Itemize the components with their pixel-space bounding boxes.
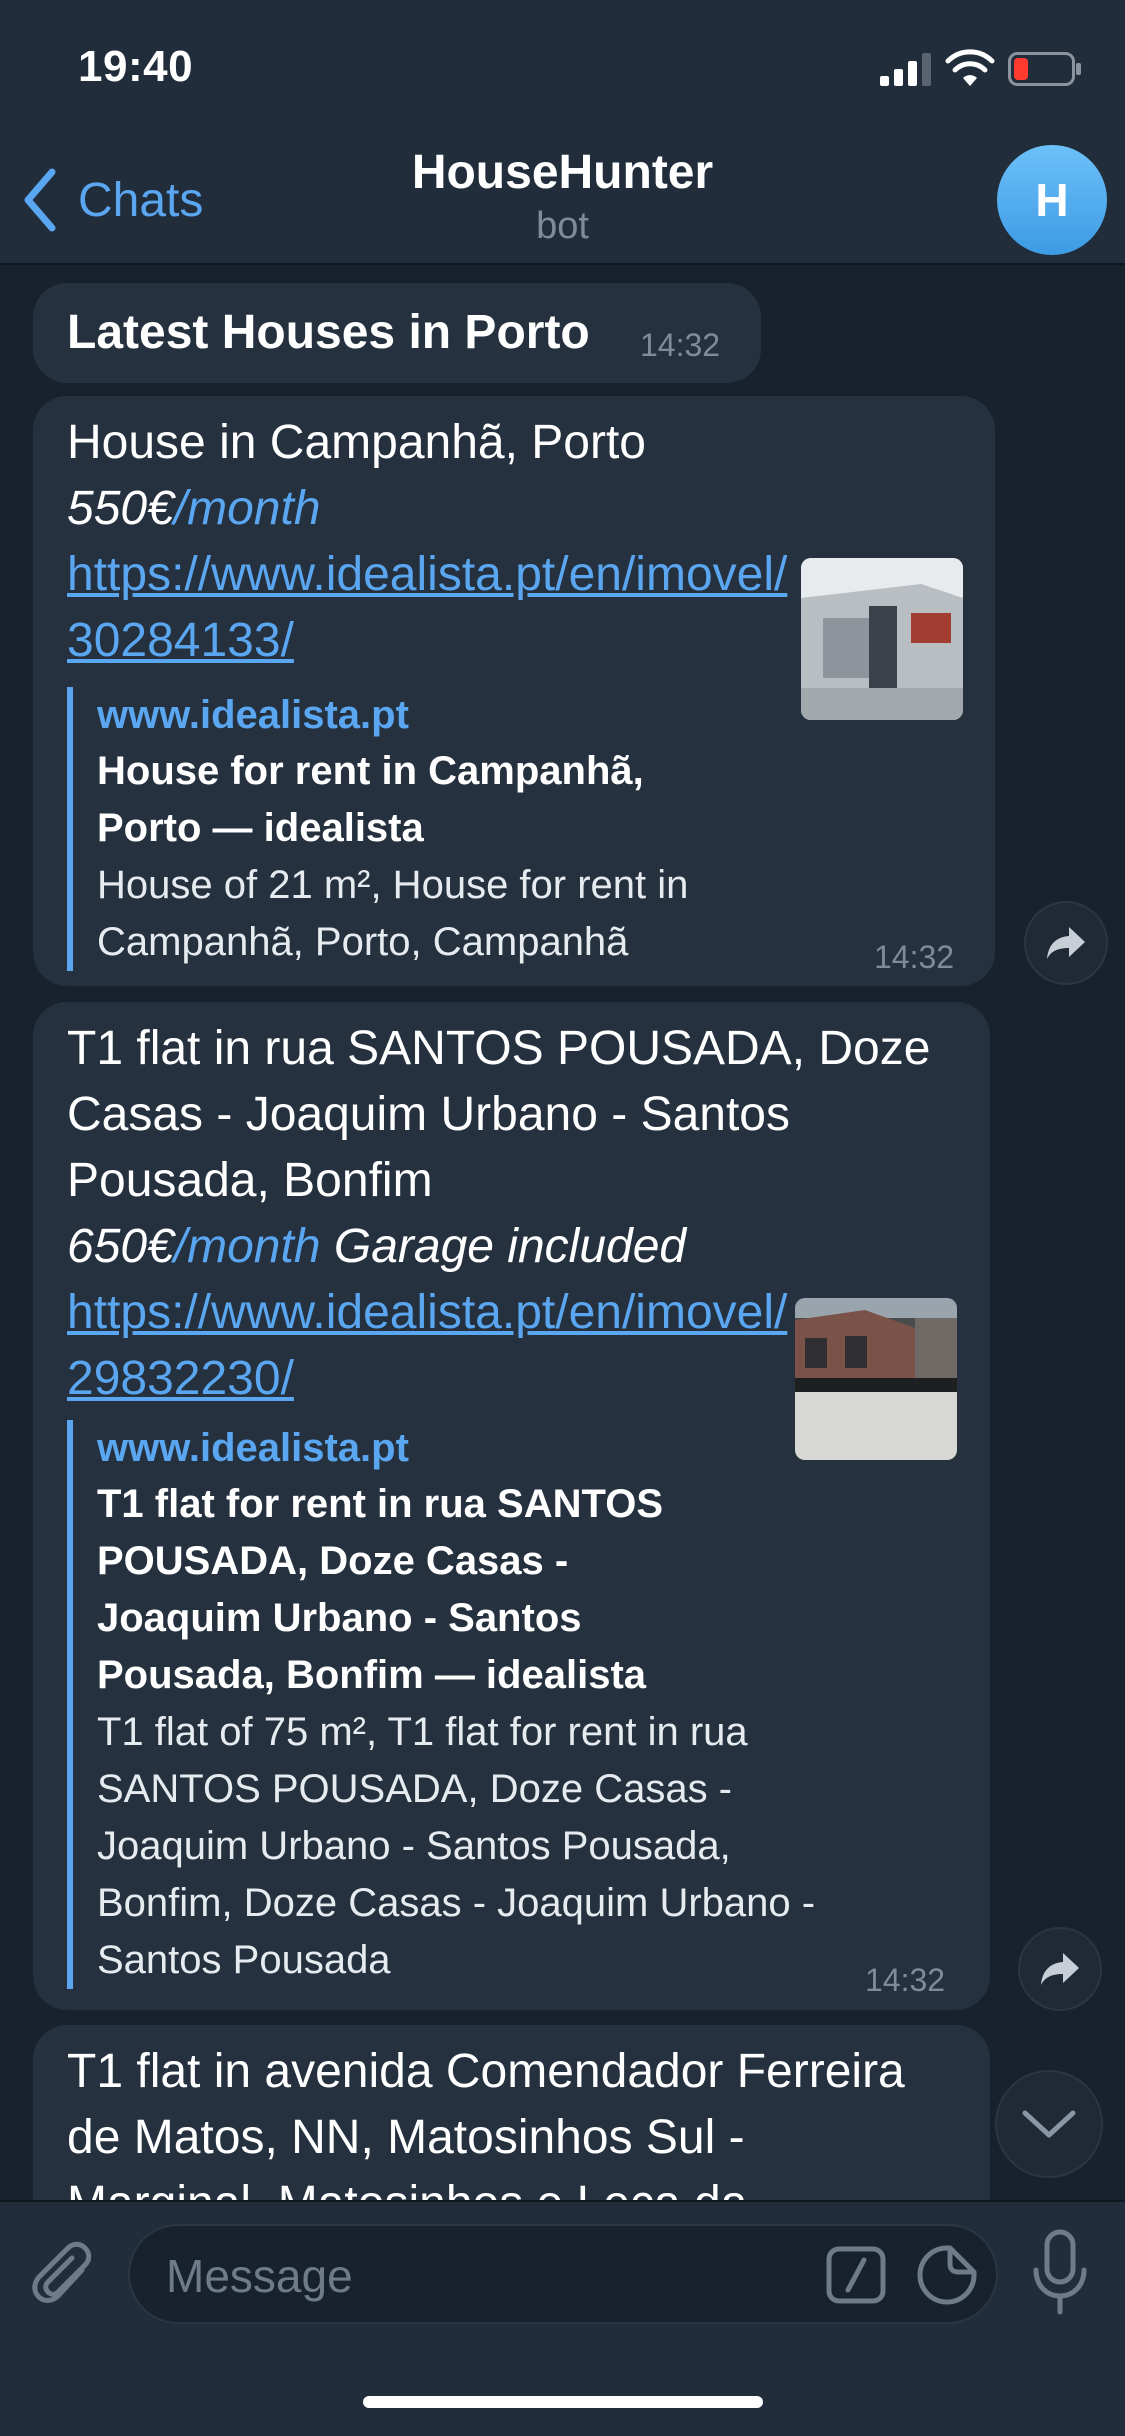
- preview-title-line: POUSADA, Doze Casas -: [97, 1539, 569, 1583]
- preview-desc-line: Campanhã, Porto, Campanhã: [97, 920, 629, 964]
- message-text: Latest Houses in Porto: [67, 306, 590, 359]
- listing-title-line: de Matos, NN, Matosinhos Sul -: [67, 2111, 745, 2164]
- preview-desc-line: Bonfim, Doze Casas - Joaquim Urbano -: [97, 1881, 816, 1925]
- status-bar: 19:40: [0, 0, 1125, 135]
- cellular-signal-icon: [880, 53, 931, 86]
- preview-desc-line: Santos Pousada: [97, 1938, 391, 1982]
- listing-price: 550€: [67, 482, 174, 535]
- listing-title-line: T1 flat in avenida Comendador Ferreira: [67, 2045, 905, 2098]
- forward-button[interactable]: [1018, 1927, 1102, 2011]
- listing-price-line: 550€/month: [67, 476, 965, 542]
- sticker-icon[interactable]: [916, 2244, 978, 2306]
- listing-title-line: T1 flat in rua SANTOS POUSADA, Doze: [67, 1022, 931, 1075]
- wifi-icon: [945, 49, 995, 86]
- listing-title: House in Campanhã, Porto: [67, 416, 646, 469]
- share-icon: [1047, 927, 1085, 959]
- message-list[interactable]: Latest Houses in Porto 14:32 House in Ca…: [0, 267, 1125, 2200]
- message-bubble[interactable]: T1 flat in rua SANTOS POUSADA, Doze Casa…: [33, 1002, 990, 2010]
- link-preview[interactable]: www.idealista.pt House for rent in Campa…: [67, 687, 965, 971]
- chevron-down-icon: [1022, 2110, 1076, 2138]
- preview-title: T1 flat for rent in rua SANTOS POUSADA, D…: [97, 1476, 960, 1704]
- link-line: https://www.idealista.pt/en/imovel/: [67, 1286, 788, 1339]
- slash-command-icon[interactable]: [826, 2246, 886, 2304]
- listing-price: 650€: [67, 1220, 174, 1273]
- message-time: 14:32: [865, 1962, 946, 1998]
- price-period-link[interactable]: /month: [174, 482, 321, 535]
- message-bubble[interactable]: Latest Houses in Porto 14:32: [33, 283, 761, 383]
- avatar[interactable]: H: [997, 145, 1107, 255]
- share-icon: [1041, 1953, 1079, 1985]
- preview-title-line: Pousada, Bonfim — idealista: [97, 1653, 647, 1697]
- message-input[interactable]: [166, 2248, 726, 2304]
- preview-desc-line: House of 21 m², House for rent in: [97, 863, 689, 907]
- preview-description: House of 21 m², House for rent in Campanh…: [97, 857, 965, 971]
- chat-subtitle: bot: [536, 205, 589, 247]
- telegram-chat-screen: 19:40 Chats HouseHunter bot H Latest Hou…: [0, 0, 1125, 2436]
- message-time: 14:32: [874, 939, 955, 975]
- message-field[interactable]: [128, 2224, 998, 2324]
- scroll-down-button[interactable]: [995, 2070, 1103, 2178]
- preview-desc-line: Joaquim Urbano - Santos Pousada,: [97, 1824, 731, 1868]
- preview-title-line: Joaquim Urbano - Santos: [97, 1596, 582, 1640]
- preview-description: T1 flat of 75 m², T1 flat for rent in ru…: [97, 1704, 960, 1989]
- listing-title-line: Pousada, Bonfim: [67, 1154, 433, 1207]
- message-time: 14:32: [640, 327, 721, 363]
- message-bubble[interactable]: T1 flat in avenida Comendador Ferreira d…: [33, 2025, 990, 2200]
- price-period-link[interactable]: /month: [174, 1220, 321, 1273]
- preview-title: House for rent in Campanhã, Porto — ideal…: [97, 743, 965, 857]
- chat-title[interactable]: HouseHunter: [0, 145, 1125, 200]
- link-line: 30284133/: [67, 614, 294, 667]
- link-line: https://www.idealista.pt/en/imovel/: [67, 548, 788, 601]
- paperclip-icon[interactable]: [30, 2240, 100, 2320]
- preview-thumbnail[interactable]: [795, 1298, 957, 1460]
- microphone-icon[interactable]: [1030, 2228, 1090, 2318]
- home-indicator[interactable]: [363, 2396, 763, 2408]
- link-preview[interactable]: www.idealista.pt T1 flat for rent in rua…: [67, 1420, 960, 1989]
- status-time: 19:40: [78, 42, 194, 91]
- battery-icon: [1008, 52, 1081, 86]
- preview-desc-line: T1 flat of 75 m², T1 flat for rent in ru…: [97, 1710, 748, 1754]
- chat-header: Chats HouseHunter bot H: [0, 135, 1125, 265]
- listing-price-line: 650€/month Garage included: [67, 1214, 960, 1280]
- preview-title-line: T1 flat for rent in rua SANTOS: [97, 1482, 663, 1526]
- listing-title-line: Marginal, Matosinhos e Leça da: [67, 2171, 960, 2200]
- listing-extra: Garage included: [320, 1220, 687, 1273]
- preview-title-line: House for rent in Campanhã,: [97, 749, 644, 793]
- message-text: T1 flat in avenida Comendador Ferreira d…: [67, 2039, 960, 2200]
- forward-button[interactable]: [1024, 901, 1108, 985]
- message-bubble[interactable]: House in Campanhã, Porto 550€/month http…: [33, 396, 995, 986]
- preview-title-line: Porto — idealista: [97, 806, 424, 850]
- link-line: 29832230/: [67, 1352, 294, 1405]
- listing-title-line: Casas - Joaquim Urbano - Santos: [67, 1088, 790, 1141]
- avatar-letter: H: [1035, 174, 1069, 226]
- preview-desc-line: SANTOS POUSADA, Doze Casas -: [97, 1767, 732, 1811]
- preview-thumbnail[interactable]: [801, 558, 963, 720]
